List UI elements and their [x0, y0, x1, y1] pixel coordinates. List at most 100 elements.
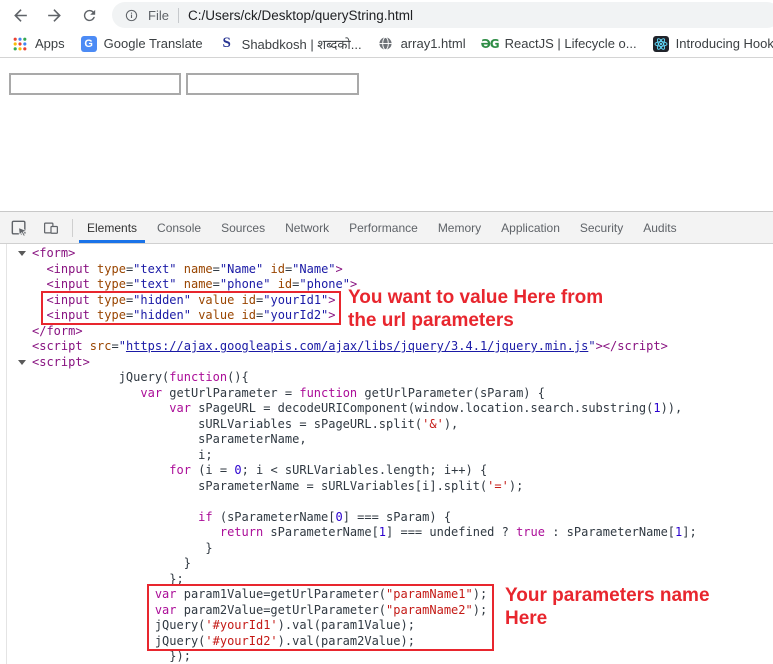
- code-line[interactable]: [0, 494, 773, 510]
- back-button[interactable]: [8, 3, 32, 27]
- code-token: ": [118, 339, 126, 353]
- bookmarks-bar: Apps G Google Translate S Shabdkosh | शब…: [0, 30, 773, 58]
- code-line[interactable]: <script src="https://ajax.googleapis.com…: [0, 339, 773, 355]
- code-line[interactable]: sParameterName,: [0, 432, 773, 448]
- code-line[interactable]: });: [0, 649, 773, 664]
- code-token: https://ajax.googleapis.com/ajax/libs/jq…: [125, 339, 589, 353]
- code-token: function: [299, 385, 358, 400]
- page-content: [0, 58, 773, 211]
- tab-network[interactable]: Network: [275, 212, 339, 243]
- code-line[interactable]: i;: [0, 448, 773, 464]
- tab-memory[interactable]: Memory: [428, 212, 491, 243]
- text-input-2[interactable]: [186, 73, 359, 95]
- annotation-text-url-parameters: You want to value Here from the url para…: [348, 286, 603, 332]
- page-info-icon[interactable]: [124, 8, 139, 23]
- code-token: ),: [443, 416, 459, 431]
- bookmark-label: ReactJS | Lifecycle o...: [504, 36, 637, 51]
- bookmark-label: Shabdkosh | शब्दको...: [241, 36, 362, 52]
- elements-panel: <form> <input type="text" name="Name" id…: [0, 244, 773, 664]
- code-line[interactable]: var getUrlParameter = function getUrlPar…: [0, 386, 773, 402]
- bookmark-label: array1.html: [400, 36, 466, 51]
- code-token: =: [212, 261, 220, 276]
- reload-button[interactable]: [77, 3, 101, 27]
- forward-button[interactable]: [42, 3, 66, 27]
- code-token: i;: [198, 447, 213, 462]
- tab-performance[interactable]: Performance: [339, 212, 428, 243]
- tab-sources[interactable]: Sources: [211, 212, 275, 243]
- code-line[interactable]: sURLVariables = sPageURL.split('&'),: [0, 417, 773, 433]
- code-token: (i =: [190, 463, 235, 477]
- code-line[interactable]: jQuery(function(){: [0, 370, 773, 386]
- code-line[interactable]: for (i = 0; i < sURLVariables.length; i+…: [0, 463, 773, 479]
- annotation-line: You want to value Here from: [348, 287, 604, 308]
- code-token: "text": [133, 277, 177, 291]
- reload-icon: [83, 9, 95, 21]
- code-token: 0: [234, 463, 242, 477]
- annotation-box-hidden-inputs: [41, 291, 341, 325]
- code-token: var: [169, 401, 191, 415]
- tab-console[interactable]: Console: [147, 212, 211, 243]
- tab-application[interactable]: Application: [491, 212, 570, 243]
- code-line[interactable]: }: [0, 556, 773, 572]
- code-token: sParameterName,: [198, 432, 307, 446]
- toolbar-divider: [72, 218, 73, 237]
- code-token: ; i < sURLVariables.length; i++) {: [241, 463, 488, 477]
- expander-arrow-icon[interactable]: [18, 251, 26, 256]
- code-line[interactable]: var sPageURL = decodeURIComponent(window…: [0, 401, 773, 417]
- code-token: for: [169, 463, 191, 477]
- bookmark-shabdkosh[interactable]: S Shabdkosh | शब्दको...: [219, 35, 362, 53]
- code-token: <script>: [32, 354, 90, 369]
- code-token: type: [89, 261, 126, 276]
- code-token: sParameterName[: [263, 525, 379, 539]
- expander-arrow-icon[interactable]: [18, 359, 26, 365]
- annotation-line: Your parameters name: [505, 585, 710, 606]
- text-input-1[interactable]: [9, 73, 181, 95]
- code-token: });: [169, 649, 191, 663]
- inspect-element-button[interactable]: [6, 215, 32, 241]
- code-token: "phone": [299, 277, 350, 291]
- code-token: '&': [422, 416, 444, 431]
- annotation-text-parameters-name: Your parameters name Here: [505, 584, 710, 630]
- annotation-box-parameters: [147, 584, 494, 651]
- code-line[interactable]: <form>: [0, 246, 773, 262]
- code-line[interactable]: if (sParameterName[0] === sParam) {: [0, 510, 773, 526]
- code-token: return: [219, 525, 264, 539]
- back-arrow-icon: [13, 8, 27, 22]
- code-token: "Name": [292, 261, 336, 276]
- device-toolbar-icon: [44, 222, 58, 234]
- forward-arrow-icon: [47, 8, 61, 22]
- code-line[interactable]: <script>: [0, 355, 773, 371]
- code-token: "Name": [219, 261, 264, 276]
- code-token: name: [176, 261, 213, 276]
- code-line[interactable]: sParameterName = sURLVariables[i].split(…: [0, 479, 773, 495]
- code-token: if: [198, 509, 213, 524]
- tab-audits[interactable]: Audits: [633, 212, 686, 243]
- code-token: "phone": [219, 277, 271, 291]
- bookmark-reactjs-lifecycle[interactable]: ƏG ReactJS | Lifecycle o...: [481, 36, 637, 52]
- code-line[interactable]: return sParameterName[1] === undefined ?…: [0, 525, 773, 541]
- bookmark-label: Introducing Hooks...: [675, 36, 773, 51]
- bookmark-google-translate[interactable]: G Google Translate: [80, 35, 203, 52]
- address-bar[interactable]: File C:/Users/ck/Desktop/queryString.htm…: [112, 2, 773, 28]
- code-token: true: [516, 525, 545, 539]
- tab-security[interactable]: Security: [570, 212, 633, 243]
- code-token: ></script>: [595, 339, 668, 353]
- bookmark-apps[interactable]: Apps: [12, 36, 65, 52]
- code-token: : sParameterName[: [544, 525, 676, 539]
- code-line[interactable]: }: [0, 541, 773, 557]
- device-toolbar-button[interactable]: [38, 215, 64, 241]
- code-token: <script: [32, 339, 83, 353]
- bookmark-array1[interactable]: array1.html: [378, 36, 466, 52]
- bookmark-introducing-hooks[interactable]: Introducing Hooks...: [652, 35, 773, 52]
- code-line[interactable]: <input type="text" name="Name" id="Name"…: [0, 262, 773, 278]
- tab-elements[interactable]: Elements: [77, 212, 147, 243]
